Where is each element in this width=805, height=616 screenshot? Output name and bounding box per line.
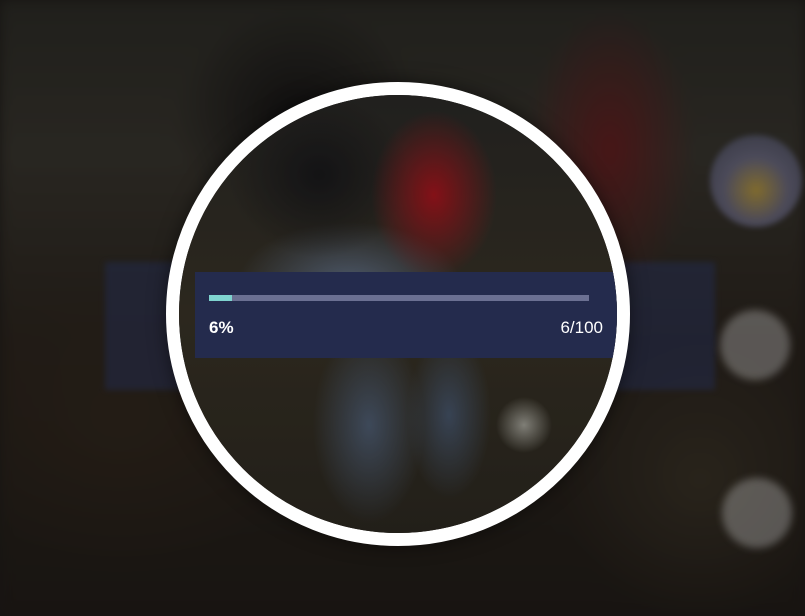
progress-count: 6/100 [560, 318, 603, 337]
progress-track [209, 295, 589, 301]
progress-percent: 6% [209, 318, 234, 337]
progress-fill [209, 295, 232, 301]
magnifier-lens: 6% 6/100 [166, 82, 630, 546]
background-heart-icon [720, 310, 790, 380]
background-avatar [710, 135, 802, 227]
progress-panel: 6% 6/100 [195, 272, 617, 358]
background-comment-icon [722, 478, 792, 548]
